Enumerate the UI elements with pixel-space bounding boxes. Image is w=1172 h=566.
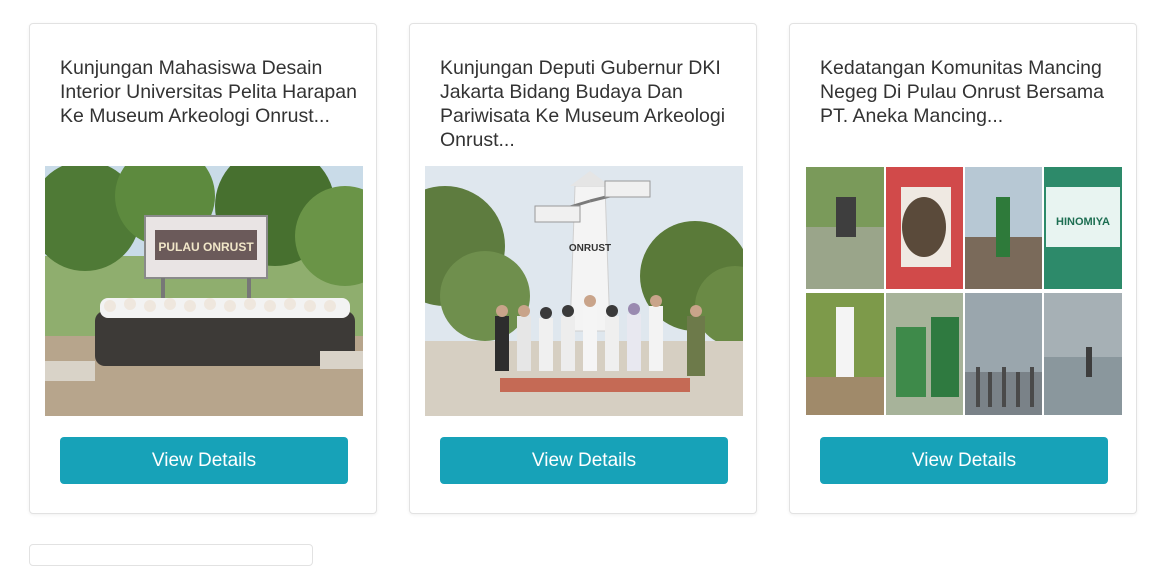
- card-photo[interactable]: ONRUST: [425, 166, 743, 416]
- collage-photo-image: HINOMIYA: [806, 167, 1122, 415]
- card-title[interactable]: Kunjungan Deputi Gubernur DKI Jakarta Bi…: [440, 56, 740, 152]
- banner-text: HINOMIYA: [1056, 216, 1110, 228]
- group-photo-image: PULAU ONRUST: [45, 166, 363, 416]
- article-card-partial: [29, 544, 313, 566]
- view-details-button[interactable]: View Details: [820, 437, 1108, 484]
- sign-text: PULAU ONRUST: [158, 240, 254, 254]
- article-card: Kunjungan Mahasiswa Desain Interior Univ…: [29, 23, 377, 514]
- windmill-photo-image: ONRUST: [425, 166, 743, 416]
- card-photo[interactable]: HINOMIYA: [806, 167, 1122, 415]
- view-details-button[interactable]: View Details: [60, 437, 348, 484]
- card-photo[interactable]: PULAU ONRUST: [45, 166, 363, 416]
- windmill-sign-text: ONRUST: [569, 243, 611, 254]
- article-card: Kunjungan Deputi Gubernur DKI Jakarta Bi…: [409, 23, 757, 514]
- card-title[interactable]: Kedatangan Komunitas Mancing Negeg Di Pu…: [820, 56, 1120, 128]
- article-card: Kedatangan Komunitas Mancing Negeg Di Pu…: [789, 23, 1137, 514]
- view-details-button[interactable]: View Details: [440, 437, 728, 484]
- card-title[interactable]: Kunjungan Mahasiswa Desain Interior Univ…: [60, 56, 360, 128]
